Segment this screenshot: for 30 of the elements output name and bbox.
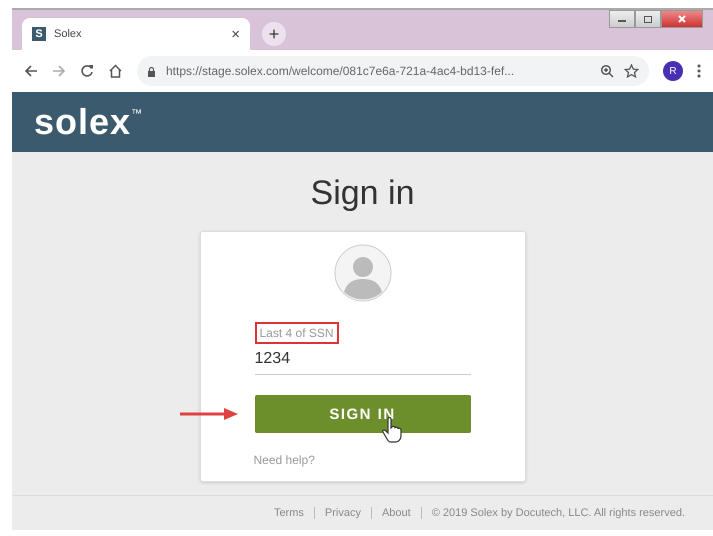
address-bar[interactable]: https://stage.solex.com/welcome/081c7e6a-721a-4ac4-bd13-fef... (137, 56, 649, 86)
ssn-input-field[interactable]: 1234 (254, 344, 470, 375)
new-tab-button[interactable]: + (262, 22, 286, 46)
close-icon (677, 15, 687, 23)
maximize-icon (643, 15, 653, 23)
favicon: S (32, 27, 46, 41)
back-arrow-icon[interactable] (24, 64, 38, 78)
reload-icon[interactable] (80, 64, 94, 78)
menu-icon[interactable] (697, 64, 701, 78)
home-icon[interactable] (108, 64, 123, 78)
star-icon[interactable] (624, 64, 639, 78)
lock-icon (147, 66, 156, 76)
pointer-arrow (180, 407, 238, 421)
copyright-text: © 2019 Solex by Docutech, LLC. All rights reserved. (432, 507, 685, 519)
tab-title: Solex (54, 28, 83, 40)
browser-tab[interactable]: S Solex × (22, 18, 250, 50)
minimize-button[interactable] (609, 10, 635, 28)
trademark-mark: ™ (131, 108, 142, 120)
url-text: https://stage.solex.com/welcome/081c7e6a-721a-4ac4-bd13-fef... (166, 64, 516, 78)
profile-avatar[interactable]: R (663, 61, 683, 81)
maximize-button[interactable] (635, 10, 661, 28)
close-tab-button[interactable]: × (231, 26, 240, 42)
sign-in-button[interactable]: SIGN IN (254, 395, 470, 433)
page-title: Sign in (310, 174, 414, 213)
logo[interactable]: solex (34, 101, 132, 143)
close-button[interactable] (661, 10, 703, 28)
field-label: Last 4 of SSN (254, 322, 339, 344)
hand-cursor-icon (380, 417, 402, 443)
zoom-icon[interactable] (600, 64, 614, 78)
avatar-silhouette-icon (334, 244, 392, 302)
